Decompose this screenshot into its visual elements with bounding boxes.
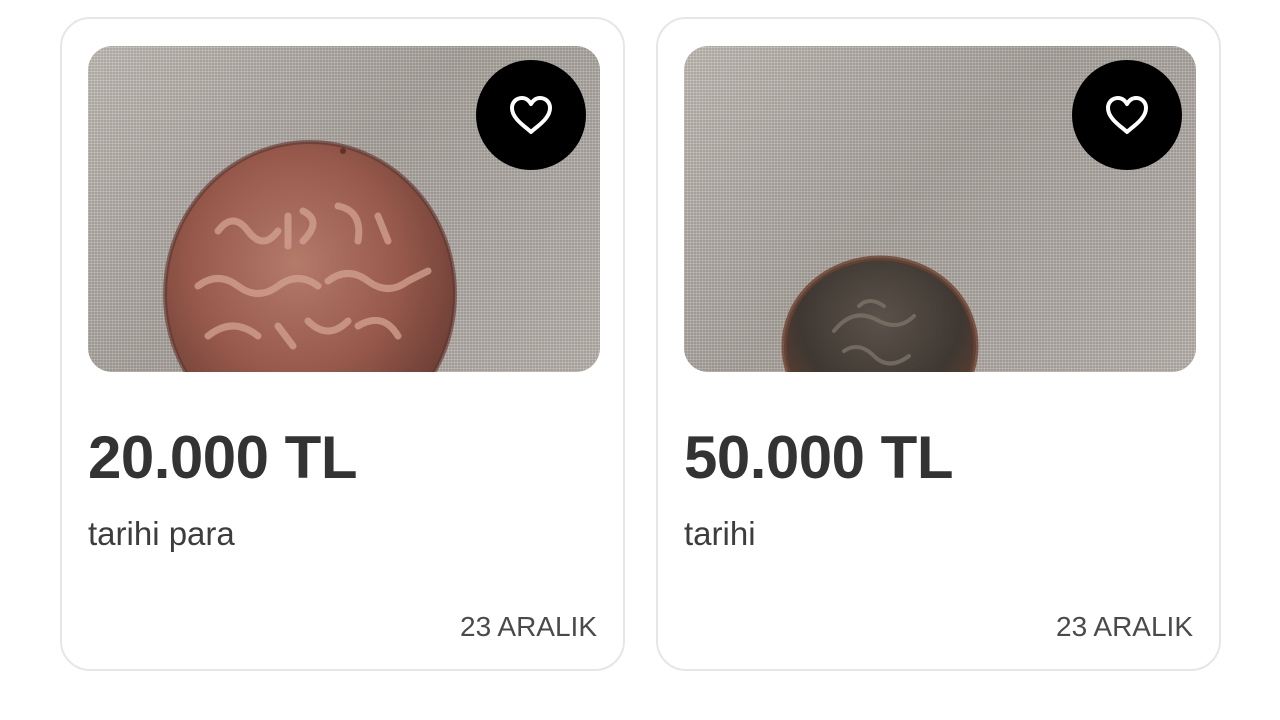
listing-title: tarihi [684, 515, 756, 552]
listing-photo[interactable] [88, 46, 600, 372]
listing-card[interactable]: 20.000 TL tarihi para 23 ARALIK [60, 17, 625, 671]
listing-date: 23 ARALIK [460, 611, 597, 642]
heart-outline-icon [510, 96, 552, 134]
listing-price: 50.000 TL [684, 424, 954, 491]
listing-price: 20.000 TL [88, 424, 358, 491]
listing-date: 23 ARALIK [1056, 611, 1193, 642]
listing-photo[interactable] [684, 46, 1196, 372]
listing-card[interactable]: 50.000 TL tarihi 23 ARALIK [656, 17, 1221, 671]
favorite-button[interactable] [1072, 60, 1182, 170]
heart-outline-icon [1106, 96, 1148, 134]
listing-title: tarihi para [88, 515, 235, 552]
favorite-button[interactable] [476, 60, 586, 170]
